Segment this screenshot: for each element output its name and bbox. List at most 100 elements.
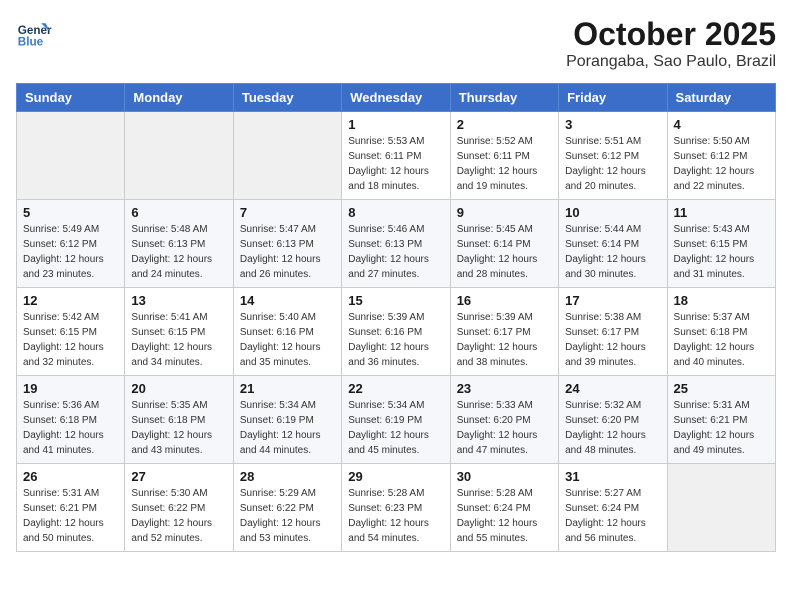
calendar-cell: 31Sunrise: 5:27 AM Sunset: 6:24 PM Dayli… — [559, 464, 667, 552]
day-info: Sunrise: 5:31 AM Sunset: 6:21 PM Dayligh… — [674, 398, 769, 458]
col-header-wednesday: Wednesday — [342, 84, 450, 112]
calendar-cell: 15 Sunrise: 5:39 AM Sunset: 6:16 PM Dayli… — [342, 288, 450, 376]
day-info: Sunrise: 5:38 AM Sunset: 6:17 PM Dayligh… — [565, 310, 660, 370]
calendar-table: SundayMondayTuesdayWednesdayThursdayFrid… — [16, 83, 776, 552]
calendar-cell: 6 Sunrise: 5:48 AM Sunset: 6:13 PM Daylig… — [125, 200, 233, 288]
calendar-cell: 20 Sunrise: 5:35 AM Sunset: 6:18 PM Dayli… — [125, 376, 233, 464]
day-info: Sunrise: 5:33 AM Sunset: 6:20 PM Dayligh… — [457, 398, 552, 458]
day-number: 6 — [131, 205, 226, 220]
day-info: Sunrise: 5:30 AM Sunset: 6:22 PM Dayligh… — [131, 486, 226, 546]
day-info: Sunrise: 5:28 AM Sunset: 6:23 PM Dayligh… — [348, 486, 443, 546]
day-info: Sunrise: 5:35 AM Sunset: 6:18 PM Dayligh… — [131, 398, 226, 458]
svg-text:Blue: Blue — [18, 36, 44, 49]
calendar-cell: 3Sunrise: 5:51 AM Sunset: 6:12 PM Daylig… — [559, 112, 667, 200]
calendar-cell: 26 Sunrise: 5:31 AM Sunset: 6:21 PM Dayli… — [17, 464, 125, 552]
day-number: 28 — [240, 469, 335, 484]
day-number: 23 — [457, 381, 552, 396]
calendar-header-row: SundayMondayTuesdayWednesdayThursdayFrid… — [17, 84, 776, 112]
calendar-cell: 27 Sunrise: 5:30 AM Sunset: 6:22 PM Dayli… — [125, 464, 233, 552]
calendar-cell: 24 Sunrise: 5:32 AM Sunset: 6:20 PM Dayli… — [559, 376, 667, 464]
calendar-cell: 22 Sunrise: 5:34 AM Sunset: 6:19 PM Dayli… — [342, 376, 450, 464]
calendar-cell: 25 Sunrise: 5:31 AM Sunset: 6:21 PM Dayli… — [667, 376, 775, 464]
calendar-cell: 9Sunrise: 5:45 AM Sunset: 6:14 PM Daylig… — [450, 200, 558, 288]
calendar-cell — [17, 112, 125, 200]
day-info: Sunrise: 5:41 AM Sunset: 6:15 PM Dayligh… — [131, 310, 226, 370]
day-number: 27 — [131, 469, 226, 484]
calendar-cell: 8 Sunrise: 5:46 AM Sunset: 6:13 PM Daylig… — [342, 200, 450, 288]
day-info: Sunrise: 5:53 AM Sunset: 6:11 PM Dayligh… — [348, 134, 443, 194]
calendar-cell: 29 Sunrise: 5:28 AM Sunset: 6:23 PM Dayli… — [342, 464, 450, 552]
day-info: Sunrise: 5:43 AM Sunset: 6:15 PM Dayligh… — [674, 222, 769, 282]
calendar-cell — [125, 112, 233, 200]
col-header-tuesday: Tuesday — [233, 84, 341, 112]
day-number: 26 — [23, 469, 118, 484]
day-number: 25 — [674, 381, 769, 396]
calendar-title: October 2025 — [566, 16, 776, 53]
day-number: 21 — [240, 381, 335, 396]
day-info: Sunrise: 5:39 AM Sunset: 6:16 PM Dayligh… — [348, 310, 443, 370]
day-number: 8 — [348, 205, 443, 220]
col-header-monday: Monday — [125, 84, 233, 112]
title-block: October 2025 Porangaba, Sao Paulo, Brazi… — [566, 16, 776, 71]
day-info: Sunrise: 5:39 AM Sunset: 6:17 PM Dayligh… — [457, 310, 552, 370]
day-number: 22 — [348, 381, 443, 396]
day-number: 16 — [457, 293, 552, 308]
day-info: Sunrise: 5:29 AM Sunset: 6:22 PM Dayligh… — [240, 486, 335, 546]
calendar-cell: 17 Sunrise: 5:38 AM Sunset: 6:17 PM Dayli… — [559, 288, 667, 376]
day-number: 2 — [457, 117, 552, 132]
day-info: Sunrise: 5:49 AM Sunset: 6:12 PM Dayligh… — [23, 222, 118, 282]
day-number: 20 — [131, 381, 226, 396]
day-info: Sunrise: 5:42 AM Sunset: 6:15 PM Dayligh… — [23, 310, 118, 370]
calendar-cell: 18 Sunrise: 5:37 AM Sunset: 6:18 PM Dayli… — [667, 288, 775, 376]
day-info: Sunrise: 5:47 AM Sunset: 6:13 PM Dayligh… — [240, 222, 335, 282]
calendar-cell: 30 Sunrise: 5:28 AM Sunset: 6:24 PM Dayli… — [450, 464, 558, 552]
day-number: 4 — [674, 117, 769, 132]
day-number: 18 — [674, 293, 769, 308]
day-number: 24 — [565, 381, 660, 396]
day-info: Sunrise: 5:44 AM Sunset: 6:14 PM Dayligh… — [565, 222, 660, 282]
week-row-4: 19 Sunrise: 5:36 AM Sunset: 6:18 PM Dayli… — [17, 376, 776, 464]
day-info: Sunrise: 5:46 AM Sunset: 6:13 PM Dayligh… — [348, 222, 443, 282]
day-number: 10 — [565, 205, 660, 220]
day-number: 11 — [674, 205, 769, 220]
col-header-saturday: Saturday — [667, 84, 775, 112]
calendar-cell: 28 Sunrise: 5:29 AM Sunset: 6:22 PM Dayli… — [233, 464, 341, 552]
week-row-2: 5 Sunrise: 5:49 AM Sunset: 6:12 PM Daylig… — [17, 200, 776, 288]
calendar-subtitle: Porangaba, Sao Paulo, Brazil — [566, 53, 776, 71]
calendar-cell: 10 Sunrise: 5:44 AM Sunset: 6:14 PM Dayli… — [559, 200, 667, 288]
day-info: Sunrise: 5:34 AM Sunset: 6:19 PM Dayligh… — [348, 398, 443, 458]
day-number: 9 — [457, 205, 552, 220]
calendar-cell: 1 Sunrise: 5:53 AM Sunset: 6:11 PM Daylig… — [342, 112, 450, 200]
day-number: 1 — [348, 117, 443, 132]
day-info: Sunrise: 5:51 AM Sunset: 6:12 PM Dayligh… — [565, 134, 660, 194]
week-row-1: 1 Sunrise: 5:53 AM Sunset: 6:11 PM Daylig… — [17, 112, 776, 200]
calendar-cell: 21Sunrise: 5:34 AM Sunset: 6:19 PM Dayli… — [233, 376, 341, 464]
calendar-cell: 12Sunrise: 5:42 AM Sunset: 6:15 PM Dayli… — [17, 288, 125, 376]
day-number: 30 — [457, 469, 552, 484]
day-info: Sunrise: 5:31 AM Sunset: 6:21 PM Dayligh… — [23, 486, 118, 546]
calendar-cell: 19 Sunrise: 5:36 AM Sunset: 6:18 PM Dayli… — [17, 376, 125, 464]
calendar-cell: 13 Sunrise: 5:41 AM Sunset: 6:15 PM Dayli… — [125, 288, 233, 376]
col-header-friday: Friday — [559, 84, 667, 112]
day-number: 17 — [565, 293, 660, 308]
day-info: Sunrise: 5:48 AM Sunset: 6:13 PM Dayligh… — [131, 222, 226, 282]
day-info: Sunrise: 5:37 AM Sunset: 6:18 PM Dayligh… — [674, 310, 769, 370]
day-number: 19 — [23, 381, 118, 396]
page-header: General Blue October 2025 Porangaba, Sao… — [16, 16, 776, 71]
calendar-cell: 5 Sunrise: 5:49 AM Sunset: 6:12 PM Daylig… — [17, 200, 125, 288]
calendar-cell: 7Sunrise: 5:47 AM Sunset: 6:13 PM Daylig… — [233, 200, 341, 288]
calendar-cell: 16 Sunrise: 5:39 AM Sunset: 6:17 PM Dayli… — [450, 288, 558, 376]
day-number: 5 — [23, 205, 118, 220]
day-number: 13 — [131, 293, 226, 308]
day-number: 15 — [348, 293, 443, 308]
calendar-cell: 23 Sunrise: 5:33 AM Sunset: 6:20 PM Dayli… — [450, 376, 558, 464]
day-info: Sunrise: 5:36 AM Sunset: 6:18 PM Dayligh… — [23, 398, 118, 458]
day-number: 29 — [348, 469, 443, 484]
calendar-body: 1 Sunrise: 5:53 AM Sunset: 6:11 PM Daylig… — [17, 112, 776, 552]
calendar-cell: 11 Sunrise: 5:43 AM Sunset: 6:15 PM Dayli… — [667, 200, 775, 288]
calendar-cell: 4Sunrise: 5:50 AM Sunset: 6:12 PM Daylig… — [667, 112, 775, 200]
col-header-thursday: Thursday — [450, 84, 558, 112]
day-info: Sunrise: 5:32 AM Sunset: 6:20 PM Dayligh… — [565, 398, 660, 458]
logo: General Blue — [16, 16, 52, 52]
day-info: Sunrise: 5:28 AM Sunset: 6:24 PM Dayligh… — [457, 486, 552, 546]
